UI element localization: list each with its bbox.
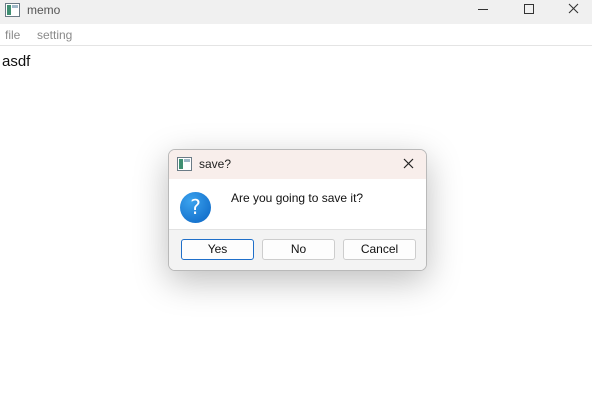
question-icon: ?: [180, 192, 211, 223]
dialog-button-row: Yes No Cancel: [169, 229, 426, 270]
menu-bar: file setting: [0, 25, 592, 46]
close-icon: [568, 3, 579, 14]
no-button[interactable]: No: [262, 239, 335, 260]
dialog-close-button[interactable]: [398, 154, 420, 174]
save-dialog: save? ? Are you going to save it? Yes No…: [168, 149, 427, 271]
menu-setting[interactable]: setting: [37, 28, 72, 42]
window-titlebar[interactable]: memo: [0, 0, 592, 24]
close-button[interactable]: [552, 0, 592, 24]
menu-file[interactable]: file: [5, 28, 20, 42]
dialog-message: Are you going to save it?: [231, 191, 364, 205]
app-window-icon: [5, 3, 20, 17]
yes-button[interactable]: Yes: [181, 239, 254, 260]
editor-content: asdf: [2, 53, 31, 70]
maximize-button[interactable]: [506, 0, 552, 24]
window-title: memo: [27, 3, 61, 17]
maximize-icon: [524, 4, 534, 14]
dialog-window-icon: [177, 157, 192, 171]
cancel-button[interactable]: Cancel: [343, 239, 416, 260]
minimize-icon: [478, 9, 488, 10]
dialog-titlebar[interactable]: save?: [169, 150, 426, 179]
dialog-title: save?: [199, 157, 232, 171]
minimize-button[interactable]: [460, 0, 506, 24]
dialog-body: ? Are you going to save it?: [169, 179, 426, 230]
close-icon: [403, 158, 414, 169]
